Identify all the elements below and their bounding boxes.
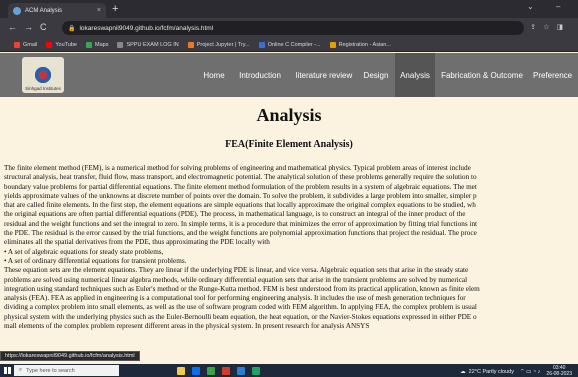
nav-fabrication-outcome[interactable]: Fabrication & Outcome <box>437 53 527 97</box>
weather-text[interactable]: 22°C Partly cloudy <box>469 369 514 375</box>
paragraph-line: dividing a complex problem into small el… <box>4 303 477 312</box>
forward-icon[interactable]: → <box>24 22 33 32</box>
section-subtitle: FEA(Finite Element Analysis) <box>225 139 353 150</box>
app-icon[interactable] <box>252 366 260 375</box>
browser-toolbar: ← → C 🔒 lokareswapnil9049.github.io/fcfm… <box>0 18 578 38</box>
nav-preference[interactable]: Preference <box>527 53 578 97</box>
tray-icons[interactable]: ⌃ ▭ ◔ ♪ <box>520 369 540 375</box>
search-icon: ⌕ <box>19 367 23 373</box>
address-bar[interactable]: 🔒 lokareswapnil9049.github.io/fcfm/analy… <box>62 21 524 35</box>
windows-start-icon[interactable] <box>0 364 14 377</box>
site-header: Sinhgad Institutes Home Introduction lit… <box>0 53 578 97</box>
fea-paragraph: The finite element method (FEM), is a nu… <box>4 164 578 331</box>
bookmark-favicon-icon <box>117 41 124 48</box>
browser-tab-bar: ACM Analysis × + ⌄ – <box>0 0 578 18</box>
bookmark-favicon-icon <box>86 41 92 48</box>
paragraph-line: problems are solved using numerical line… <box>4 275 468 284</box>
paragraph-line: physical system with the underlying phys… <box>4 312 477 321</box>
tab-title: ACM Analysis <box>25 7 63 14</box>
paragraph-line: boundary value problems for partial diff… <box>4 182 477 191</box>
bookmark-favicon-icon <box>187 41 194 48</box>
lock-icon: 🔒 <box>68 25 76 32</box>
bookmark-label: Project Jupyter | Try... <box>196 41 250 48</box>
bookmark-label: Online C Compiler -... <box>267 41 321 48</box>
paragraph-line: structural analysis, heat transfer, flui… <box>4 173 477 182</box>
reload-icon[interactable]: C <box>40 22 47 32</box>
back-icon[interactable]: ← <box>8 22 17 32</box>
system-tray: ☁ 22°C Partly cloudy ⌃ ▭ ◔ ♪ 03:40 26-08… <box>460 365 572 377</box>
bookmark-item[interactable]: Registration - Asian... <box>329 41 391 48</box>
file-explorer-icon[interactable] <box>177 366 185 375</box>
paragraph-line: that are called finite elements. In the … <box>4 201 476 210</box>
bookmark-favicon-icon <box>329 41 336 48</box>
logo-caption: Sinhgad Institutes <box>25 86 61 91</box>
tab-close-icon[interactable]: × <box>97 7 101 14</box>
taskbar-search-input[interactable]: ⌕ Type here to search <box>14 365 119 376</box>
excel-icon[interactable] <box>207 366 215 375</box>
bookmark-item[interactable]: Maps <box>86 41 109 48</box>
paragraph-line: yields approximate values of the unknown… <box>4 191 477 200</box>
edge-icon[interactable] <box>192 366 200 375</box>
minimize-button[interactable]: – <box>556 2 560 11</box>
bookmark-favicon-icon <box>258 41 265 48</box>
nav-design[interactable]: Design <box>359 53 393 97</box>
paragraph-line: mall elements of the complex problem rep… <box>4 322 370 331</box>
paragraph-line: • A set of algebraic equations for stead… <box>4 247 164 256</box>
status-link-preview: https://lokareswapnil9049.github.io/fcfm… <box>0 351 140 361</box>
bookmark-label: YouTube <box>55 41 77 48</box>
bookmark-item[interactable]: Project Jupyter | Try... <box>187 41 250 48</box>
paragraph-line: These equation sets are the element equa… <box>4 266 469 275</box>
bookmark-label: Registration - Asian... <box>338 41 391 48</box>
pinned-apps <box>177 366 267 375</box>
bookmark-label: Maps <box>95 41 109 48</box>
nav-home[interactable]: Home <box>197 53 231 97</box>
nav-literature-review[interactable]: literature review <box>290 53 358 97</box>
paragraph-line: analysis (FEA). FEA as applied in engine… <box>4 294 466 303</box>
bookmark-item[interactable]: Gmail <box>14 41 38 48</box>
page-title: Analysis <box>256 105 322 125</box>
browser-tab[interactable]: ACM Analysis × <box>8 3 106 18</box>
paragraph-line: integration using standard techniques su… <box>4 284 480 293</box>
bookmark-item[interactable]: YouTube <box>46 41 77 48</box>
paragraph-line: residual and the weight functions and se… <box>4 219 478 228</box>
windows-taskbar: ⌕ Type here to search ☁ 22°C Partly clou… <box>0 364 578 377</box>
tab-search-icon[interactable]: ⌄ <box>527 2 534 11</box>
toolbar-extension-icons[interactable]: ⇪☆◨ <box>530 23 570 31</box>
paragraph-line: the original equations are often partial… <box>4 210 466 219</box>
nav-analysis[interactable]: Analysis <box>395 53 435 97</box>
paragraph-line: the PDE. The residual is the error cause… <box>4 229 477 238</box>
paragraph-line: The finite element method (FEM), is a nu… <box>4 164 471 172</box>
url-text: lokareswapnil9049.github.io/fcfm/analysi… <box>79 24 214 32</box>
nav-introduction[interactable]: Introduction <box>234 53 286 97</box>
search-placeholder: Type here to search <box>26 367 75 374</box>
bookmark-item[interactable]: Online C Compiler -... <box>258 41 321 48</box>
word-icon[interactable] <box>237 366 245 375</box>
bookmarks-bar: Gmail YouTube Maps SPPU EXAM LOG IN Project … <box>0 38 578 52</box>
institute-emblem-icon <box>33 66 53 84</box>
clock-date: 26-08-2023 <box>546 370 572 377</box>
site-logo[interactable]: Sinhgad Institutes <box>22 57 64 93</box>
bookmark-label: Gmail <box>23 41 38 48</box>
chrome-icon[interactable] <box>222 366 230 375</box>
bookmark-item[interactable]: SPPU EXAM LOG IN <box>117 41 179 48</box>
site-favicon-icon <box>13 6 21 15</box>
bookmark-favicon-icon <box>46 41 53 48</box>
bookmark-favicon-icon <box>14 41 20 48</box>
clock[interactable]: 03:40 26-08-2023 <box>546 365 572 377</box>
new-tab-button[interactable]: + <box>112 3 118 15</box>
paragraph-line: • A set of ordinary differential equatio… <box>4 256 187 265</box>
main-content: Analysis FEA(Finite Element Analysis) Th… <box>0 97 578 364</box>
weather-icon: ☁ <box>460 368 466 375</box>
bookmark-label: SPPU EXAM LOG IN <box>126 41 179 48</box>
paragraph-line: eliminates all the spatial derivatives f… <box>4 238 270 247</box>
